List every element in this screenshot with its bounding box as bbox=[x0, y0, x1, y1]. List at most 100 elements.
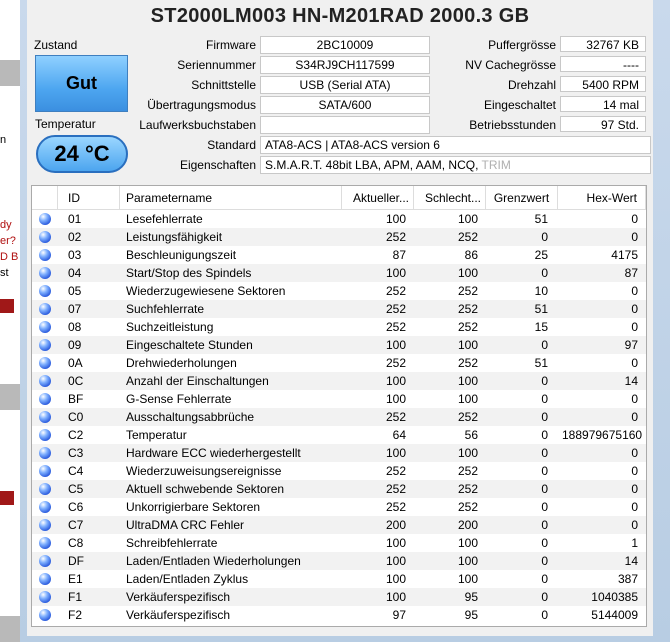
table-row[interactable]: C6 Unkorrigierbare Sektoren 252 252 0 0 bbox=[32, 498, 646, 516]
row-current: 100 bbox=[385, 266, 406, 280]
table-row[interactable]: 07 Suchfehlerrate 252 252 51 0 bbox=[32, 300, 646, 318]
table-row[interactable]: 08 Suchzeitleistung 252 252 15 0 bbox=[32, 318, 646, 336]
row-current: 100 bbox=[385, 536, 406, 550]
row-name: Start/Stop des Spindels bbox=[126, 266, 252, 280]
row-worst: 252 bbox=[457, 320, 478, 334]
row-current: 64 bbox=[392, 428, 406, 442]
row-name: Wiederzuweisungsereignisse bbox=[126, 464, 282, 478]
column-header-current[interactable]: Aktueller... bbox=[342, 186, 414, 210]
table-row[interactable]: F2 Verkäuferspezifisch 97 95 0 5144009 bbox=[32, 606, 646, 624]
table-row[interactable]: C5 Aktuell schwebende Sektoren 252 252 0 0 bbox=[32, 480, 646, 498]
row-raw: 0 bbox=[631, 410, 638, 424]
table-row[interactable]: 04 Start/Stop des Spindels 100 100 0 87 bbox=[32, 264, 646, 282]
smart-attribute-table[interactable]: ID Parametername Aktueller... Schlecht..… bbox=[31, 185, 647, 627]
row-worst: 252 bbox=[457, 230, 478, 244]
row-id: E1 bbox=[68, 572, 83, 586]
row-worst: 100 bbox=[457, 374, 478, 388]
table-row[interactable]: 01 Lesefehlerrate 100 100 51 0 bbox=[32, 210, 646, 228]
row-threshold: 0 bbox=[541, 410, 548, 424]
row-threshold: 0 bbox=[541, 374, 548, 388]
rotation-rate-label: Drehzahl bbox=[507, 78, 556, 92]
column-header-status[interactable] bbox=[32, 186, 58, 210]
transfer-mode-label: Übertragungsmodus bbox=[147, 98, 256, 112]
background-window: n dy er? D B st bbox=[0, 0, 20, 642]
row-threshold: 0 bbox=[541, 500, 548, 514]
row-current: 252 bbox=[385, 500, 406, 514]
row-raw: 0 bbox=[631, 320, 638, 334]
row-raw: 97 bbox=[624, 338, 638, 352]
table-row[interactable]: 03 Beschleunigungszeit 87 86 25 4175 bbox=[32, 246, 646, 264]
status-good-icon bbox=[39, 285, 51, 297]
row-threshold: 25 bbox=[534, 248, 548, 262]
column-header-threshold[interactable]: Grenzwert bbox=[486, 186, 558, 210]
column-header-id[interactable]: ID bbox=[58, 186, 120, 210]
row-current: 252 bbox=[385, 230, 406, 244]
row-id: 02 bbox=[68, 230, 82, 244]
row-worst: 100 bbox=[457, 554, 478, 568]
status-good-icon bbox=[39, 303, 51, 315]
table-row[interactable]: 02 Leistungsfähigkeit 252 252 0 0 bbox=[32, 228, 646, 246]
firmware-field: 2BC10009 bbox=[260, 36, 430, 54]
row-current: 100 bbox=[385, 338, 406, 352]
row-worst: 100 bbox=[457, 536, 478, 550]
row-id: 07 bbox=[68, 302, 82, 316]
row-threshold: 0 bbox=[541, 590, 548, 604]
table-row[interactable]: DF Laden/Entladen Wiederholungen 100 100 0 14 bbox=[32, 552, 646, 570]
serial-label: Seriennummer bbox=[177, 58, 256, 72]
status-good-icon bbox=[39, 591, 51, 603]
health-status-button[interactable]: Gut bbox=[35, 55, 128, 112]
table-row[interactable]: C8 Schreibfehlerrate 100 100 0 1 bbox=[32, 534, 646, 552]
temperature-label: Temperatur bbox=[35, 117, 96, 131]
row-threshold: 0 bbox=[541, 266, 548, 280]
background-text: dy bbox=[0, 219, 12, 231]
row-name: Aktuell schwebende Sektoren bbox=[126, 482, 285, 496]
row-current: 252 bbox=[385, 464, 406, 478]
table-row[interactable]: 0C Anzahl der Einschaltungen 100 100 0 14 bbox=[32, 372, 646, 390]
status-good-icon bbox=[39, 519, 51, 531]
row-current: 100 bbox=[385, 392, 406, 406]
table-row[interactable]: BF G-Sense Fehlerrate 100 100 0 0 bbox=[32, 390, 646, 408]
background-text: st bbox=[0, 267, 9, 279]
row-threshold: 0 bbox=[541, 572, 548, 586]
temperature-badge[interactable]: 24 °C bbox=[36, 135, 128, 173]
table-row[interactable]: C2 Temperatur 64 56 0 188979675160 bbox=[32, 426, 646, 444]
table-row[interactable]: 09 Eingeschaltete Stunden 100 100 0 97 bbox=[32, 336, 646, 354]
row-raw: 14 bbox=[624, 374, 638, 388]
table-row[interactable]: F1 Verkäuferspezifisch 100 95 0 1040385 bbox=[32, 588, 646, 606]
row-raw: 0 bbox=[631, 518, 638, 532]
table-row[interactable]: 0A Drehwiederholungen 252 252 51 0 bbox=[32, 354, 646, 372]
column-header-name[interactable]: Parametername bbox=[120, 186, 342, 210]
row-worst: 100 bbox=[457, 446, 478, 460]
table-row[interactable]: C4 Wiederzuweisungsereignisse 252 252 0 0 bbox=[32, 462, 646, 480]
row-raw: 5144009 bbox=[591, 608, 638, 622]
row-name: Laden/Entladen Zyklus bbox=[126, 572, 249, 586]
table-row[interactable]: 05 Wiederzugewiesene Sektoren 252 252 10 0 bbox=[32, 282, 646, 300]
background-text: n bbox=[0, 134, 7, 146]
background-text: D B bbox=[0, 251, 19, 263]
row-id: C5 bbox=[68, 482, 84, 496]
health-label: Zustand bbox=[34, 38, 78, 52]
table-row[interactable]: C3 Hardware ECC wiederhergestellt 100 100 0 0 bbox=[32, 444, 646, 462]
row-id: C2 bbox=[68, 428, 84, 442]
row-id: 01 bbox=[68, 212, 82, 226]
background-bar bbox=[0, 60, 20, 86]
nv-cache-label: NV Cachegrösse bbox=[465, 58, 556, 72]
column-header-worst[interactable]: Schlecht... bbox=[414, 186, 486, 210]
row-name: Eingeschaltete Stunden bbox=[126, 338, 253, 352]
row-raw: 0 bbox=[631, 356, 638, 370]
table-row[interactable]: E1 Laden/Entladen Zyklus 100 100 0 387 bbox=[32, 570, 646, 588]
row-threshold: 0 bbox=[541, 428, 548, 442]
table-row[interactable]: C0 Ausschaltungsabbrüche 252 252 0 0 bbox=[32, 408, 646, 426]
row-id: 03 bbox=[68, 248, 82, 262]
row-id: C8 bbox=[68, 536, 84, 550]
row-raw: 14 bbox=[624, 554, 638, 568]
row-name: Schreibfehlerrate bbox=[126, 536, 218, 550]
row-id: 05 bbox=[68, 284, 82, 298]
nv-cache-field: ---- bbox=[560, 56, 646, 72]
row-name: UltraDMA CRC Fehler bbox=[126, 518, 245, 532]
row-name: Hardware ECC wiederhergestellt bbox=[126, 446, 301, 460]
column-header-raw[interactable]: Hex-Wert bbox=[558, 186, 646, 210]
power-on-count-field: 14 mal bbox=[560, 96, 646, 112]
table-row[interactable]: C7 UltraDMA CRC Fehler 200 200 0 0 bbox=[32, 516, 646, 534]
status-good-icon bbox=[39, 411, 51, 423]
